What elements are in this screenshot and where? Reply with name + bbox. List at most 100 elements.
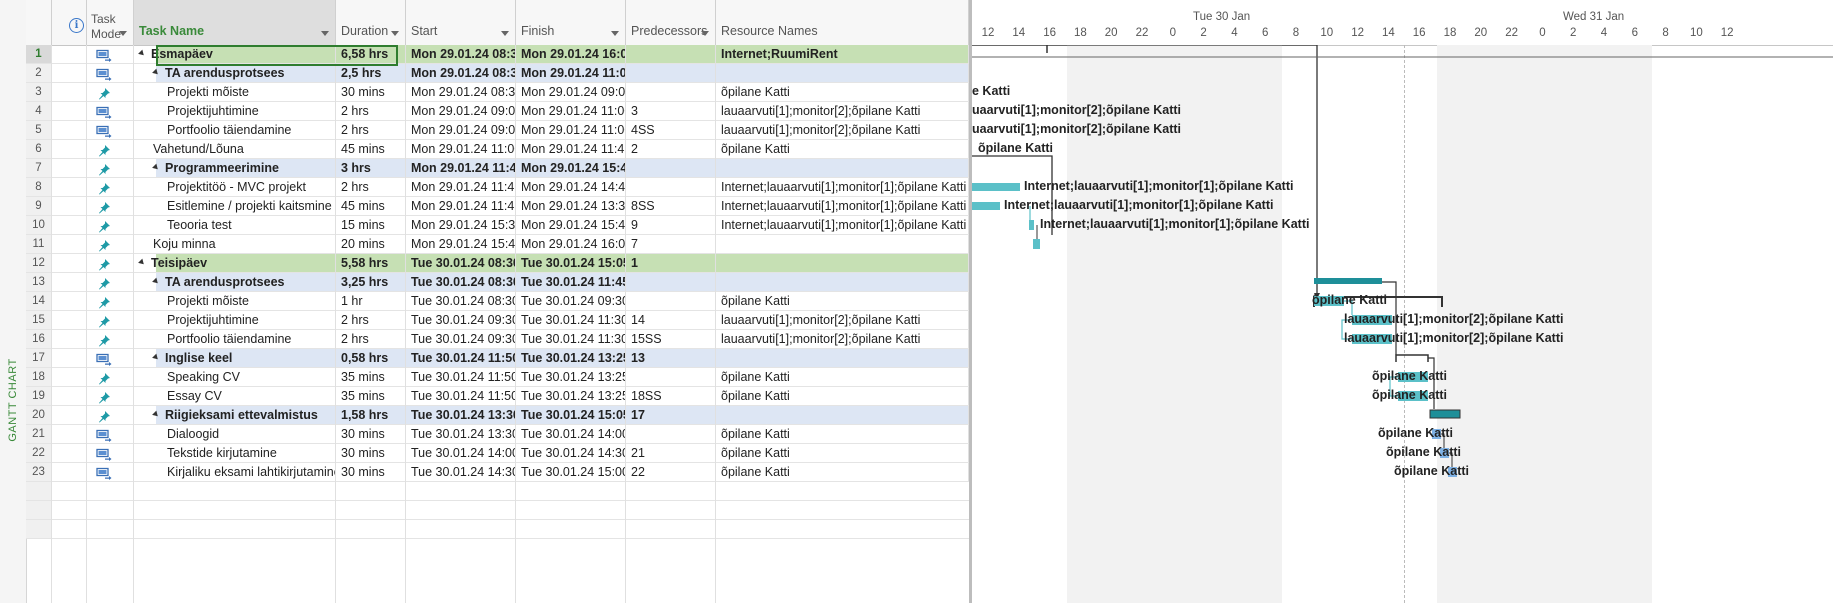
row-number[interactable]: 21 <box>26 425 52 443</box>
row-number[interactable]: 22 <box>26 444 52 462</box>
row-number[interactable]: 1 <box>26 45 52 63</box>
predecessors-cell[interactable]: 17 <box>626 406 716 424</box>
row-number[interactable]: 4 <box>26 102 52 120</box>
row-number[interactable]: 3 <box>26 83 52 101</box>
finish-cell[interactable]: Tue 30.01.24 15:00 <box>516 463 626 481</box>
start-cell[interactable]: Tue 30.01.24 14:00 <box>406 444 516 462</box>
collapse-triangle-icon[interactable] <box>152 410 160 419</box>
summary-bar-ta[interactable] <box>1314 278 1382 284</box>
manually-scheduled-pin-icon[interactable] <box>96 372 112 385</box>
resource-names-cell[interactable] <box>716 159 969 177</box>
dropdown-arrow-icon[interactable] <box>701 31 709 36</box>
table-row[interactable]: 6 Vahetund/Lõuna 45 mins Mon 29.01.24 11:00… <box>26 140 969 159</box>
task-mode-cell[interactable] <box>87 444 134 462</box>
indicators-column-header[interactable]: i <box>52 0 87 45</box>
finish-cell[interactable]: Mon 29.01.24 11:45 <box>516 140 626 158</box>
start-column-header[interactable]: Start <box>406 0 516 45</box>
task-mode-column-header[interactable]: Task Mode <box>87 0 134 45</box>
row-number[interactable]: 17 <box>26 349 52 367</box>
auto-scheduled-task-icon[interactable] <box>96 467 112 480</box>
predecessors-cell[interactable] <box>626 83 716 101</box>
task-mode-cell[interactable] <box>87 235 134 253</box>
resource-names-cell[interactable]: lauaarvuti[1];monitor[2];õpilane Katti <box>716 311 969 329</box>
finish-cell[interactable]: Mon 29.01.24 15:45 <box>516 159 626 177</box>
duration-cell[interactable]: 2 hrs <box>336 330 406 348</box>
finish-cell[interactable]: Tue 30.01.24 09:30 <box>516 292 626 310</box>
table-row[interactable]: 14 Projekti mõiste 1 hr Tue 30.01.24 08:30 T… <box>26 292 969 311</box>
empty-row[interactable] <box>26 520 969 539</box>
indicators-cell[interactable] <box>52 178 87 196</box>
indicators-cell[interactable] <box>52 273 87 291</box>
dropdown-arrow-icon[interactable] <box>391 31 399 36</box>
predecessors-cell[interactable]: 1 <box>626 254 716 272</box>
predecessors-column-header[interactable]: Predecessors <box>626 0 716 45</box>
resource-names-cell[interactable] <box>716 254 969 272</box>
predecessors-cell[interactable] <box>626 425 716 443</box>
indicators-cell[interactable] <box>52 387 87 405</box>
finish-cell[interactable]: Tue 30.01.24 11:30 <box>516 311 626 329</box>
start-cell[interactable]: Tue 30.01.24 08:30 <box>406 273 516 291</box>
task-mode-cell[interactable] <box>87 64 134 82</box>
task-name-cell[interactable]: Projektitöö - MVC projekt <box>134 178 336 196</box>
duration-cell[interactable]: 0,58 hrs <box>336 349 406 367</box>
duration-cell[interactable]: 30 mins <box>336 425 406 443</box>
row-number[interactable]: 6 <box>26 140 52 158</box>
table-row[interactable]: 17 Inglise keel 0,58 hrs Tue 30.01.24 11:50… <box>26 349 969 368</box>
auto-scheduled-task-icon[interactable] <box>96 106 112 119</box>
task-mode-cell[interactable] <box>87 311 134 329</box>
table-row[interactable]: 4 Projektijuhtimine 2 hrs Mon 29.01.24 09:0… <box>26 102 969 121</box>
resource-names-cell[interactable]: Internet;lauaarvuti[1];monitor[1];õpilan… <box>716 216 969 234</box>
indicators-cell[interactable] <box>52 121 87 139</box>
row-number[interactable]: 12 <box>26 254 52 272</box>
auto-scheduled-task-icon[interactable] <box>96 125 112 138</box>
start-cell[interactable]: Tue 30.01.24 11:50 <box>406 349 516 367</box>
start-cell[interactable]: Tue 30.01.24 11:50 <box>406 387 516 405</box>
task-bar[interactable] <box>1029 220 1034 230</box>
finish-cell[interactable]: Mon 29.01.24 16:05 <box>516 235 626 253</box>
task-name-cell[interactable]: TA arendusprotsees <box>134 273 336 291</box>
task-name-cell[interactable]: Teooria test <box>134 216 336 234</box>
resource-names-cell[interactable] <box>716 273 969 291</box>
indicators-cell[interactable] <box>52 444 87 462</box>
table-row[interactable]: 10 Teooria test 15 mins Mon 29.01.24 15:30 M… <box>26 216 969 235</box>
row-number[interactable]: 19 <box>26 387 52 405</box>
indicators-cell[interactable] <box>52 235 87 253</box>
indicators-cell[interactable] <box>52 463 87 481</box>
task-name-cell[interactable]: Portfoolio täiendamine <box>134 330 336 348</box>
task-name-cell[interactable]: Inglise keel <box>134 349 336 367</box>
auto-scheduled-task-icon[interactable] <box>96 68 112 81</box>
resource-names-cell[interactable]: õpilane Katti <box>716 368 969 386</box>
start-cell[interactable]: Tue 30.01.24 09:30 <box>406 330 516 348</box>
task-mode-cell[interactable] <box>87 140 134 158</box>
duration-cell[interactable]: 45 mins <box>336 197 406 215</box>
resource-names-cell[interactable]: õpilane Katti <box>716 463 969 481</box>
duration-cell[interactable]: 6,58 hrs <box>336 45 406 63</box>
resource-names-cell[interactable] <box>716 406 969 424</box>
finish-cell[interactable]: Mon 29.01.24 16:05 <box>516 45 626 63</box>
indicators-cell[interactable] <box>52 102 87 120</box>
finish-cell[interactable]: Mon 29.01.24 14:45 <box>516 178 626 196</box>
table-row[interactable]: 16 Portfoolio täiendamine 2 hrs Tue 30.01.2… <box>26 330 969 349</box>
row-number[interactable]: 11 <box>26 235 52 253</box>
resource-names-cell[interactable]: õpilane Katti <box>716 83 969 101</box>
resource-names-cell[interactable]: Internet;RuumiRent <box>716 45 969 63</box>
row-number[interactable]: 7 <box>26 159 52 177</box>
row-number[interactable]: 18 <box>26 368 52 386</box>
manually-scheduled-pin-icon[interactable] <box>96 391 112 404</box>
collapse-triangle-icon[interactable] <box>152 277 160 286</box>
task-name-cell[interactable]: Vahetund/Lõuna <box>134 140 336 158</box>
start-cell[interactable]: Mon 29.01.24 08:30 <box>406 45 516 63</box>
indicators-cell[interactable] <box>52 216 87 234</box>
start-cell[interactable]: Mon 29.01.24 09:00 <box>406 121 516 139</box>
resource-names-cell[interactable]: Internet;lauaarvuti[1];monitor[1];õpilan… <box>716 178 969 196</box>
task-name-cell[interactable]: Koju minna <box>134 235 336 253</box>
summary-bar-riigieksam[interactable] <box>1429 409 1461 419</box>
duration-cell[interactable]: 1,58 hrs <box>336 406 406 424</box>
table-row[interactable]: 3 Projekti mõiste 30 mins Mon 29.01.24 08:3… <box>26 83 969 102</box>
duration-cell[interactable]: 2 hrs <box>336 311 406 329</box>
finish-cell[interactable]: Tue 30.01.24 14:00 <box>516 425 626 443</box>
indicators-cell[interactable] <box>52 197 87 215</box>
duration-cell[interactable]: 2 hrs <box>336 121 406 139</box>
start-cell[interactable]: Mon 29.01.24 11:45 <box>406 197 516 215</box>
dropdown-arrow-icon[interactable] <box>119 31 127 36</box>
